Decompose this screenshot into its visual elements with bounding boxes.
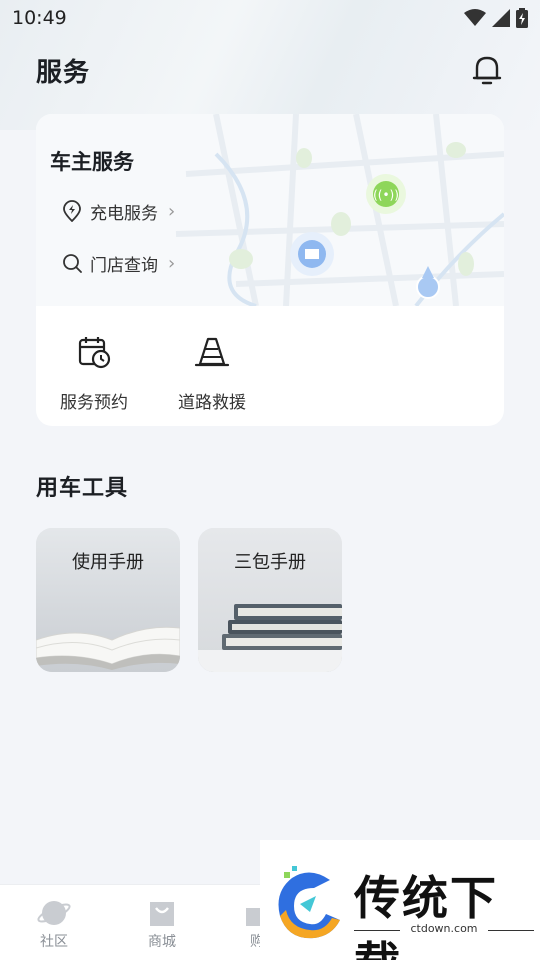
tab-mall-label: 商城 [148, 934, 176, 950]
store-search-link[interactable]: 门店查询 › [62, 248, 175, 278]
status-time: 10:49 [12, 7, 67, 29]
charging-service-label: 充电服务 [90, 203, 158, 224]
chevron-right-icon: › [168, 252, 176, 274]
warranty-manual-card[interactable]: 三包手册 [198, 528, 342, 672]
user-manual-label: 使用手册 [72, 552, 144, 573]
ad-divider-right [488, 930, 534, 931]
notification-button[interactable] [470, 53, 504, 87]
owner-services-card: ((•)) 车主服务 充电服务 › 门店查询 › 服务预约 道路救援 [36, 114, 504, 426]
road-rescue-button[interactable]: 道路救援 [162, 332, 262, 413]
tab-community[interactable]: 社区 [19, 895, 89, 951]
ctdown-logo [278, 866, 340, 939]
location-pin-icon [63, 200, 81, 222]
user-manual-card[interactable]: 使用手册 [36, 528, 180, 672]
status-bar: 10:49 [0, 0, 540, 36]
current-location-marker [416, 275, 440, 299]
page-title: 服务 [36, 57, 91, 88]
tools-section-title: 用车工具 [36, 476, 129, 501]
tab-community-label: 社区 [40, 934, 68, 950]
warranty-manual-label: 三包手册 [234, 552, 306, 573]
page-header: 服务 [36, 50, 504, 90]
service-booking-button[interactable]: 服务预约 [44, 332, 144, 413]
ad-brand-text: 传统下载 [354, 871, 498, 960]
bell-icon [472, 56, 502, 85]
planet-icon [37, 901, 71, 925]
shopping-bag-icon [150, 902, 174, 926]
service-booking-label: 服务预约 [60, 393, 128, 413]
chevron-right-icon: › [168, 200, 176, 222]
search-icon [63, 254, 82, 273]
road-rescue-label: 道路救援 [178, 393, 246, 413]
traffic-cone-icon [194, 337, 230, 367]
calendar-clock-icon [78, 337, 111, 369]
svg-text:((•)): ((•)) [373, 188, 399, 202]
owner-services-title: 车主服务 [50, 150, 134, 174]
signal-icon [492, 9, 510, 27]
ad-url-text: ctdown.com [410, 922, 478, 935]
store-search-label: 门店查询 [90, 255, 158, 276]
tab-mall[interactable]: 商城 [127, 895, 197, 951]
watermark-ad: 传统下载 ctdown.com [260, 840, 540, 960]
wifi-icon [464, 9, 486, 26]
battery-icon [516, 8, 528, 28]
charging-service-link[interactable]: 充电服务 › [62, 196, 175, 226]
